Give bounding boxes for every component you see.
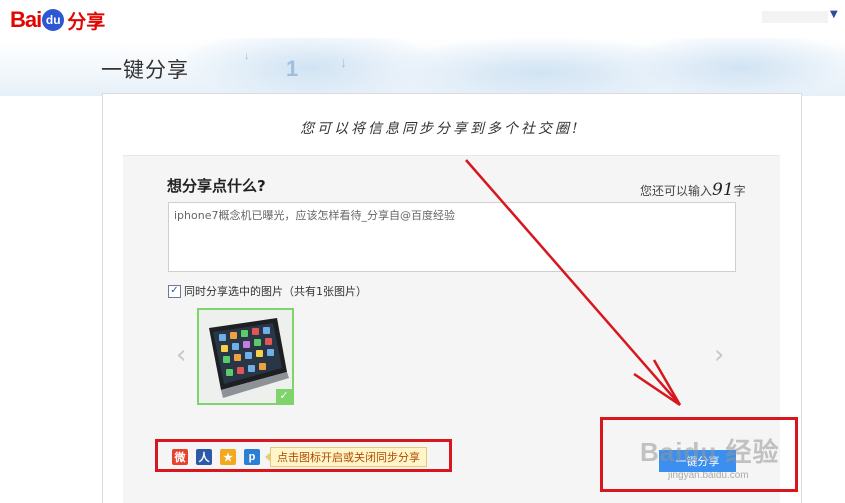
next-image-arrow[interactable]: › xyxy=(714,340,724,370)
image-checkbox-row[interactable]: ✓ 同时分享选中的图片（共有1张图片） xyxy=(168,283,367,299)
char-counter-prefix: 您还可以输入 xyxy=(640,184,713,198)
baidu-share-logo[interactable]: Bai du 分享 xyxy=(10,6,105,34)
cloud-decoration xyxy=(620,38,845,96)
prev-image-arrow[interactable]: ‹ xyxy=(176,340,186,370)
include-image-label: 同时分享选中的图片（共有1张图片） xyxy=(184,285,367,298)
char-counter: 您还可以输入91字 xyxy=(640,180,746,200)
user-name-placeholder[interactable] xyxy=(762,11,828,23)
selected-check-icon: ✓ xyxy=(276,389,292,403)
share-text-input[interactable] xyxy=(168,202,736,272)
char-counter-value: 91 xyxy=(712,180,734,200)
include-image-checkbox[interactable]: ✓ xyxy=(168,284,181,298)
logo-text: Bai xyxy=(10,7,42,32)
pin-icon: ↓ xyxy=(340,54,347,70)
composer-prompt: 想分享点什么? xyxy=(167,177,266,195)
pin-icon: ↓ xyxy=(244,50,250,62)
char-counter-suffix: 字 xyxy=(733,184,746,198)
tagline: 您可以将信息同步分享到多个社交圈! xyxy=(300,121,581,137)
image-thumbnail[interactable]: ✓ xyxy=(197,308,294,405)
top-bar: Bai du 分享 ▼ xyxy=(0,0,845,38)
pin-icon: 1 xyxy=(286,56,299,81)
page-title: 一键分享 xyxy=(101,58,189,82)
annotation-box-share xyxy=(600,417,798,492)
chevron-down-icon[interactable]: ▼ xyxy=(830,9,838,20)
annotation-box-icons xyxy=(155,439,452,472)
logo-paw-icon: du xyxy=(42,9,65,31)
logo-suffix: 分享 xyxy=(67,10,106,33)
